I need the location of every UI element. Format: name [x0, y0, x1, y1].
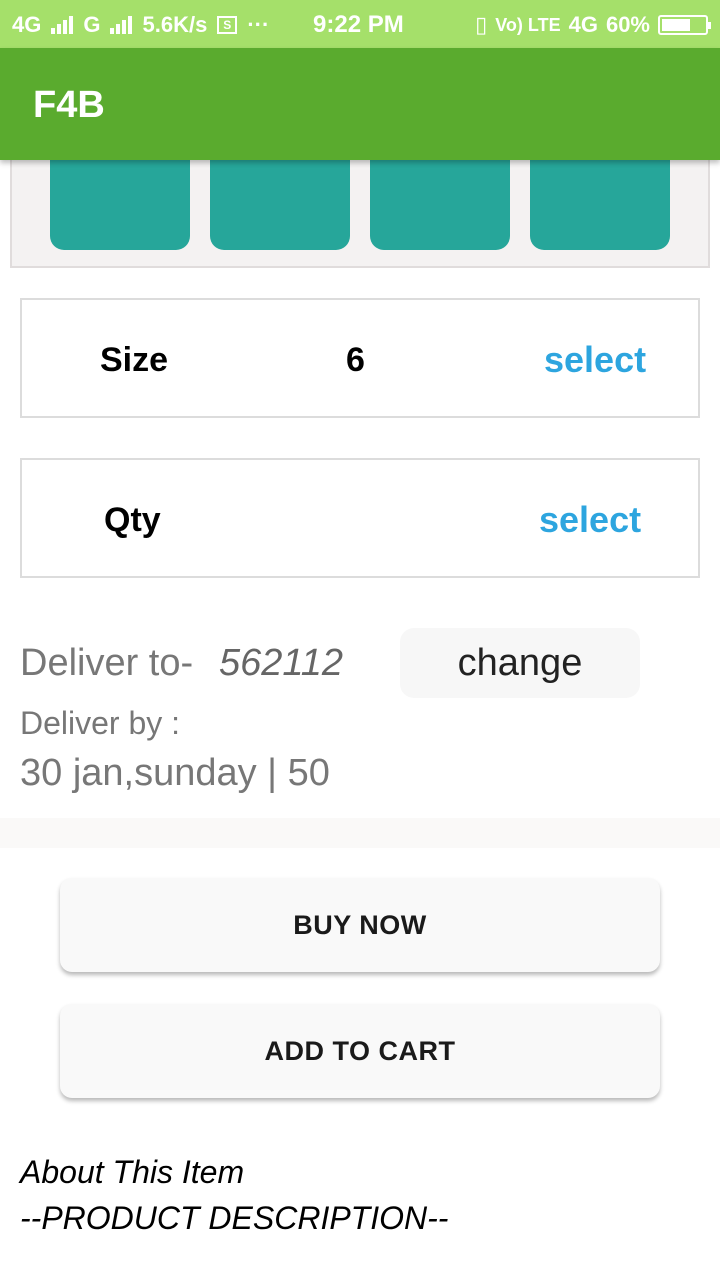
volte-label: Vo) LTE	[495, 14, 561, 35]
about-heading: About This Item	[20, 1154, 245, 1190]
change-pincode-button[interactable]: change	[400, 628, 640, 698]
screenshot-icon: S	[217, 16, 238, 34]
network-speed: 5.6K/s	[142, 12, 208, 37]
pincode-value: 562112	[219, 642, 343, 684]
section-divider	[0, 818, 720, 848]
delivery-date-info: 30 jan,sunday | 50	[20, 752, 330, 794]
size-label: Size	[100, 341, 169, 379]
add-to-cart-button[interactable]: ADD TO CART	[60, 1004, 660, 1098]
status-left: 4G G 5.6K/s S ···	[12, 12, 269, 38]
deliver-by-label: Deliver by :	[20, 705, 181, 741]
signal-icon	[51, 16, 74, 34]
buy-now-button[interactable]: BUY NOW	[60, 878, 660, 972]
app-title: F4B	[33, 84, 105, 126]
status-time: 9:22 PM	[313, 11, 404, 38]
size-value: 6	[346, 341, 365, 379]
vibrate-icon: ▯	[475, 12, 488, 37]
qty-select-link[interactable]: select	[539, 499, 641, 541]
product-description: --PRODUCT DESCRIPTION--	[20, 1200, 449, 1236]
network-type-label-2: G	[83, 12, 101, 37]
battery-percent: 60%	[605, 12, 650, 37]
status-right: ▯ Vo) LTE 4G 60%	[475, 12, 711, 38]
network-type-label: 4G	[12, 12, 42, 37]
size-select-link[interactable]: select	[544, 339, 646, 381]
status-bar: 4G G 5.6K/s S ··· 9:22 PM ▯ Vo) LTE 4G 6…	[0, 0, 720, 48]
deliver-to-label: Deliver to-	[20, 642, 194, 684]
qty-label: Qty	[104, 501, 161, 539]
more-dots-icon: ···	[247, 12, 270, 37]
size-selector-row: Size 6 select	[20, 298, 700, 418]
app-bar: F4B	[0, 48, 720, 160]
signal-icon-2	[110, 16, 133, 34]
network-type-label-3: 4G	[568, 12, 598, 37]
battery-icon	[658, 15, 711, 35]
qty-selector-row: Qty select	[20, 458, 700, 578]
